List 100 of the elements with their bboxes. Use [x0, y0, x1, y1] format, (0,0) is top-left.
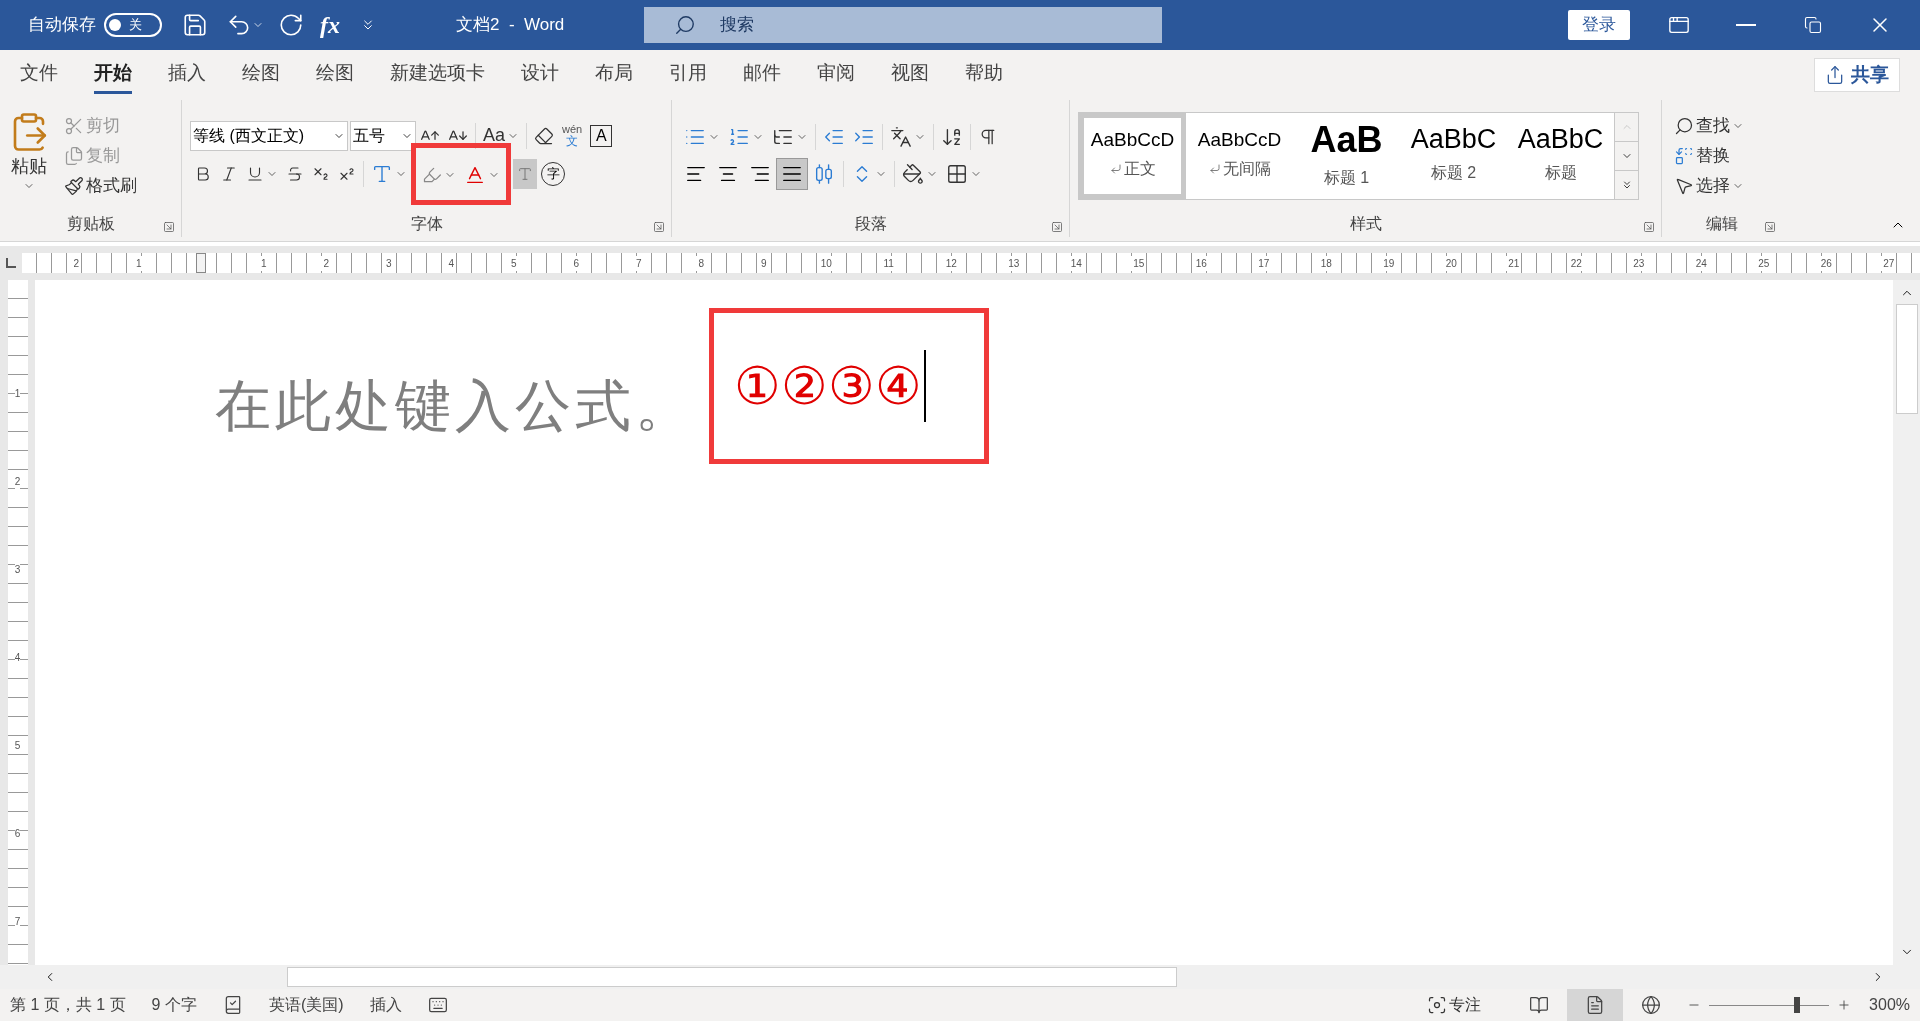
dialog-launcher-icon — [1764, 221, 1776, 233]
ruler-number: 8 — [696, 255, 707, 271]
ruler-number: 11 — [881, 255, 896, 271]
replace-button[interactable]: 替换 — [1670, 140, 1774, 171]
macro-icon — [427, 995, 448, 1015]
save-icon — [182, 12, 208, 38]
dialog-launcher-icon — [1051, 221, 1063, 233]
ruler-number: 14 — [1068, 255, 1084, 271]
restore-button[interactable] — [1804, 16, 1822, 34]
macro-button[interactable] — [427, 995, 448, 1015]
restore-icon — [1804, 16, 1822, 34]
ribbon-tab[interactable]: 文件 — [20, 56, 58, 94]
ribbon-display-button[interactable] — [1668, 14, 1690, 36]
page-count[interactable]: 第 1 页，共 1 页 — [10, 993, 126, 1017]
view-button[interactable] — [1567, 989, 1624, 1021]
tab-selector[interactable] — [6, 258, 16, 268]
focus-icon — [1427, 995, 1448, 1015]
insert-mode[interactable]: 插入 — [369, 993, 402, 1017]
borders-icon — [946, 162, 968, 185]
style-item[interactable]: AaB 标题 1 — [1293, 112, 1400, 199]
dialog-launcher-icon — [163, 221, 175, 233]
character-border-button[interactable]: A — [590, 124, 613, 147]
formula-button[interactable]: fx — [320, 7, 340, 43]
sign-in-button[interactable]: 登录 — [1568, 10, 1630, 40]
find-button[interactable]: 查找 — [1670, 110, 1774, 141]
paragraph-mark-icon — [1208, 163, 1221, 175]
asian-layout-icon — [890, 125, 912, 148]
ribbon-tab[interactable]: 帮助 — [965, 56, 1003, 94]
ruler-number: 18 — [1318, 255, 1334, 271]
group-label: 字体 — [410, 214, 443, 234]
ruler-number: 17 — [1256, 255, 1272, 271]
ruler-number: 23 — [1631, 255, 1647, 271]
group-label: 样式 — [1349, 214, 1382, 234]
italic-icon — [220, 164, 238, 183]
search-icon — [674, 14, 697, 36]
ruler-number: 1 — [133, 255, 144, 271]
ruler-number: 16 — [1193, 255, 1209, 271]
ribbon-tab[interactable]: 开始 — [94, 56, 132, 94]
ribbon-tab[interactable]: 审阅 — [817, 56, 855, 94]
redo-button[interactable] — [278, 12, 304, 38]
group-label: 段落 — [854, 214, 887, 234]
align-button[interactable] — [776, 157, 808, 190]
phonetic-guide-button[interactable]: wén 文 — [558, 124, 587, 147]
ruler-number: 12 — [943, 255, 959, 271]
vertical-scrollbar[interactable] — [1893, 280, 1920, 965]
scissors-icon — [64, 115, 84, 136]
autosave-toggle[interactable]: 关 — [104, 13, 162, 37]
ribbon-tab[interactable]: 绘图 — [242, 56, 280, 94]
zoom-in-icon — [1837, 998, 1852, 1012]
zoom-percent[interactable]: 300% — [1869, 993, 1910, 1017]
ruler-number: 1 — [258, 255, 269, 271]
view-icon — [1529, 995, 1550, 1015]
paste-button[interactable]: 粘贴 — [8, 110, 50, 201]
eraser-icon — [534, 125, 555, 146]
ribbon-tab[interactable]: 插入 — [168, 56, 206, 94]
font-size-field[interactable]: 五号 — [350, 120, 416, 151]
scroll-thumb[interactable] — [1895, 304, 1918, 414]
scroll-thumb[interactable] — [287, 967, 1177, 987]
ribbon-tab[interactable]: 绘图 — [316, 56, 354, 94]
ruler-number: 22 — [1568, 255, 1584, 271]
ribbon-tab[interactable]: 邮件 — [743, 56, 781, 94]
style-item[interactable]: AaBbCcD 无间隔 — [1186, 112, 1293, 199]
shading-button[interactable] — [513, 158, 537, 189]
ruler-number: 10 — [818, 255, 834, 271]
word-count[interactable]: 9 个字 — [151, 993, 197, 1017]
ruler-number: 13 — [1006, 255, 1022, 271]
zoom-slider[interactable] — [1709, 995, 1830, 1015]
align-icon — [813, 162, 835, 185]
change-case-button[interactable]: Aa — [479, 120, 524, 151]
ruler-number: 21 — [1506, 255, 1522, 271]
redo-icon — [278, 12, 304, 38]
ribbon-tab[interactable]: 设计 — [521, 56, 559, 94]
share-button[interactable]: 共享 — [1814, 58, 1900, 92]
indent-marker[interactable] — [196, 253, 207, 273]
copy-icon — [64, 145, 84, 166]
format-painter-button[interactable]: 格式刷 — [60, 170, 141, 201]
ruler-number: 15 — [1131, 255, 1147, 271]
language-status[interactable]: 英语(美国) — [268, 993, 344, 1017]
focus-button[interactable]: 专注 — [1423, 990, 1486, 1020]
ribbon-tab[interactable]: 引用 — [669, 56, 707, 94]
select-button[interactable]: 选择 — [1670, 170, 1774, 201]
paint-bucket-icon — [902, 162, 924, 185]
ribbon-tab[interactable]: 新建选项卡 — [390, 56, 485, 94]
text-cursor — [924, 350, 926, 422]
zoom-slider-thumb[interactable] — [1793, 997, 1800, 1013]
replace-icon — [1674, 145, 1694, 166]
ruler-number: 20 — [1443, 255, 1459, 271]
ruler-number: 5 — [508, 255, 519, 271]
circled-numbers: ①②③④ — [734, 356, 922, 417]
ribbon-tab[interactable]: 视图 — [891, 56, 929, 94]
ruler-number: 24 — [1693, 255, 1709, 271]
search-field[interactable]: 搜索 — [644, 7, 1163, 43]
font-name-field[interactable]: 等线 (西文正文) — [190, 120, 348, 151]
style-item[interactable]: AaBbC 标题 2 — [1400, 112, 1507, 199]
save-button[interactable] — [182, 12, 208, 38]
style-item[interactable]: AaBbCcD 正文 — [1079, 112, 1186, 199]
style-item[interactable]: AaBbC 标题 — [1507, 112, 1614, 199]
document-text: 在此处键入公式。 — [215, 373, 695, 439]
share-icon — [1825, 65, 1845, 85]
ribbon-tab[interactable]: 布局 — [595, 56, 633, 94]
